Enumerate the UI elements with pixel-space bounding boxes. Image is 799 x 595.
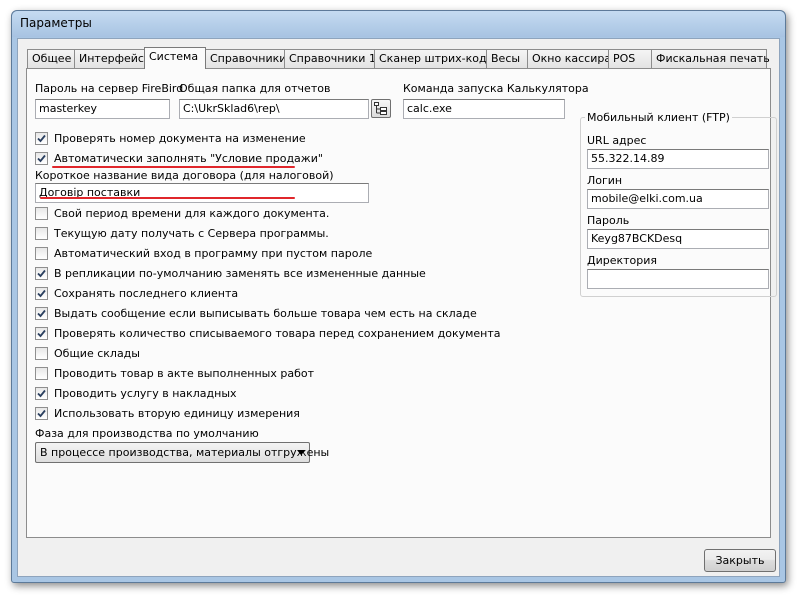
close-button[interactable]: Закрыть (704, 549, 776, 572)
tab-label: Фискальная печать (656, 52, 770, 65)
checkbox-box[interactable] (35, 387, 48, 400)
checkbox-label: Автоматический вход в программу при пуст… (54, 247, 373, 260)
checkbox-label: В репликации по-умолчанию заменять все и… (54, 267, 426, 280)
checkmark-icon (37, 134, 46, 143)
checkbox-box[interactable] (35, 327, 48, 340)
firebird-password-field[interactable]: masterkey (35, 99, 170, 119)
login-field[interactable]: mobile@elki.com.ua (587, 189, 769, 209)
password-label: Пароль (587, 214, 630, 227)
dropdown-arrow-icon (297, 450, 305, 455)
checkmark-icon (37, 329, 46, 338)
selected-value: В процессе производства, материалы отгру… (40, 446, 330, 459)
checkbox-box[interactable] (35, 247, 48, 260)
checkbox-box[interactable] (35, 227, 48, 240)
checkmark-icon (37, 309, 46, 318)
checkbox-box[interactable] (35, 267, 48, 280)
firebird-password-label: Пароль на сервер FireBird (35, 82, 184, 95)
production-phase-label: Фаза для производства по умолчанию (35, 427, 259, 440)
url-label: URL адрес (587, 134, 647, 147)
tab-label: Справочники 1 (289, 52, 376, 65)
checkbox-label: Выдать сообщение если выписывать больше … (54, 307, 477, 320)
tab-directories[interactable]: Справочники (205, 49, 287, 68)
tab-fiscal-printing[interactable]: Фискальная печать (651, 49, 770, 68)
groupbox-title: Мобильный клиент (FTP) (585, 111, 732, 124)
tab-directories-1[interactable]: Справочники 1 (284, 49, 376, 68)
checkbox-box[interactable] (35, 407, 48, 420)
login-label: Логин (587, 174, 623, 187)
checkbox-box[interactable] (35, 207, 48, 220)
directory-label: Директория (587, 254, 658, 267)
checkbox-box[interactable] (35, 132, 48, 145)
tab-label: Справочники (210, 52, 287, 65)
reports-folder-label: Общая папка для отчетов (179, 82, 331, 95)
checkbox-box[interactable] (35, 307, 48, 320)
checkbox-label: Сохранять последнего клиента (54, 287, 239, 300)
calculator-command-field[interactable]: calc.exe (403, 99, 565, 119)
checkbox-label: Текущую дату получать с Сервера программ… (54, 227, 329, 240)
password-field[interactable]: Keyg87BCKDesq (587, 229, 769, 249)
checkmark-icon (37, 409, 46, 418)
tab-label: POS (613, 52, 636, 65)
tab-system[interactable]: Система (144, 47, 206, 69)
checkbox-label: Проводить товар в акте выполненных работ (54, 367, 315, 380)
settings-window: Параметры Общее Интерфейс Система Справо… (11, 10, 786, 583)
checkbox-label: Общие склады (54, 347, 140, 360)
tab-barcode-scanner[interactable]: Сканер штрих-кодов (374, 49, 500, 68)
checkbox-label: Проверять номер документа на изменение (54, 132, 306, 145)
annotation-underline (52, 166, 295, 168)
checkbox-label: Проверять количество списываемого товара… (54, 327, 501, 340)
dialog-client-area: Общее Интерфейс Система Справочники Спра… (17, 38, 780, 577)
contract-short-name-field[interactable]: Договір поставки (35, 183, 369, 203)
checkbox-label: Использовать вторую единицу измерения (54, 407, 300, 420)
tab-label: Система (149, 50, 199, 63)
checkbox-label: Проводить услугу в накладных (54, 387, 237, 400)
window-title: Параметры (20, 16, 92, 30)
contract-short-name-label: Короткое название вида договора (для нал… (35, 169, 334, 182)
checkmark-icon (37, 269, 46, 278)
browse-folder-button[interactable] (371, 99, 391, 118)
calculator-command-label: Команда запуска Калькулятора (403, 82, 589, 95)
url-field[interactable]: 55.322.14.89 (587, 149, 769, 169)
tab-cashier-window[interactable]: Окно кассира (527, 49, 612, 68)
mobile-client-groupbox: Мобильный клиент (FTP) URL адрес 55.322.… (580, 111, 777, 297)
tab-interface[interactable]: Интерфейс (74, 49, 145, 68)
system-tab-panel: Пароль на сервер FireBird masterkey Обща… (26, 68, 777, 538)
checkbox-label: Свой период времени для каждого документ… (54, 207, 330, 220)
tab-label: Интерфейс (79, 52, 144, 65)
checkmark-icon (37, 389, 46, 398)
reports-folder-field[interactable]: C:\UkrSklad6\rep\ (179, 99, 369, 119)
title-bar[interactable]: Параметры (12, 11, 785, 37)
tab-label: Окно кассира (532, 52, 612, 65)
tab-label: Весы (491, 52, 521, 65)
checkbox-box[interactable] (35, 367, 48, 380)
tab-pos[interactable]: POS (608, 49, 652, 68)
production-phase-select[interactable]: В процессе производства, материалы отгру… (35, 442, 329, 463)
tab-general[interactable]: Общее (27, 49, 75, 68)
annotation-underline (40, 197, 295, 199)
tab-label: Общее (32, 52, 72, 65)
tab-label: Сканер штрих-кодов (379, 52, 500, 65)
checkbox-box[interactable] (35, 287, 48, 300)
checkbox-box[interactable] (35, 347, 48, 360)
directory-field[interactable] (587, 269, 769, 289)
checkmark-icon (37, 289, 46, 298)
checkbox-label: Автоматически заполнять "Условие продажи… (54, 152, 323, 165)
folder-tree-icon (374, 102, 387, 115)
checkmark-icon (37, 154, 46, 163)
checkbox-box[interactable] (35, 152, 48, 165)
tab-scales[interactable]: Весы (486, 49, 528, 68)
